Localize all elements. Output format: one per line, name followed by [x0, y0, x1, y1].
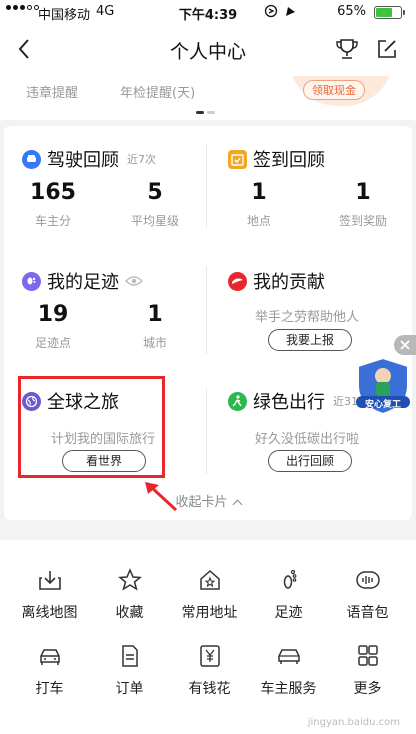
cities-value: 1 — [147, 302, 163, 327]
green-trip-header[interactable]: 绿色出行 近31天 — [228, 388, 369, 414]
taxi-icon — [37, 644, 63, 668]
grid-item-label: 常用地址 — [181, 605, 238, 621]
checkin-places-value: 1 — [251, 180, 267, 205]
grid-item-favorites[interactable]: 收藏 — [88, 568, 171, 622]
grid-item-label: 收藏 — [115, 605, 144, 621]
trophy-icon[interactable] — [334, 36, 360, 62]
claim-cash-button[interactable]: 领取现金 — [303, 80, 365, 100]
car-service-icon — [276, 644, 302, 668]
collapse-cards-button[interactable]: 收起卡片 — [4, 491, 412, 510]
grid-item-label: 订单 — [115, 681, 144, 697]
edit-icon[interactable] — [374, 36, 400, 62]
reminder-strip: 违章提醒 年检提醒(天) 领取现金 — [0, 76, 416, 120]
driver-score-label: 车主分 — [34, 214, 71, 228]
highlight-box — [18, 376, 165, 478]
contribution-title: 我的贡献 — [253, 272, 325, 293]
badge-label: 安心复工 — [364, 400, 401, 410]
battery-percent: 65% — [337, 4, 366, 19]
grid-item-taxi[interactable]: 打车 — [8, 644, 91, 698]
footprint-icon — [22, 271, 41, 291]
contribution-icon — [228, 271, 247, 291]
grid-item-footprint[interactable]: 足迹 — [247, 568, 330, 622]
footprint-icon — [276, 568, 302, 592]
nav-bar: 个人中心 — [0, 24, 416, 76]
grid-item-label: 车主服务 — [260, 681, 317, 697]
cities-label: 城市 — [142, 336, 167, 350]
location-icon — [264, 4, 304, 22]
checkin-review-header[interactable]: 签到回顾 — [228, 146, 325, 172]
drive-review-header[interactable]: 驾驶回顾 近7次 — [22, 146, 156, 172]
star-icon — [117, 568, 143, 592]
contribution-desc: 举手之劳帮助他人 — [254, 310, 359, 325]
checkin-reward-label: 签到奖励 — [338, 214, 387, 228]
watermark: jingyan.baidu.com — [307, 717, 400, 728]
checkin-review-title: 签到回顾 — [253, 150, 325, 171]
grid-item-label: 打车 — [35, 681, 64, 697]
grid-item-money[interactable]: 有钱花 — [168, 644, 251, 698]
divider — [206, 388, 207, 474]
more-grid-icon — [355, 644, 381, 668]
trip-review-button[interactable]: 出行回顾 — [268, 450, 352, 472]
grid-item-orders[interactable]: 订单 — [88, 644, 171, 698]
avg-stars-value: 5 — [147, 180, 163, 205]
checkin-places-label: 地点 — [246, 214, 271, 228]
avg-stars-label: 平均星级 — [130, 214, 179, 228]
page-indicator — [196, 111, 215, 114]
collapse-label: 收起卡片 — [175, 495, 228, 510]
driver-score-value: 165 — [30, 180, 76, 205]
contribution-header[interactable]: 我的贡献 — [228, 268, 325, 294]
grid-item-offline-map[interactable]: 离线地图 — [8, 568, 91, 622]
divider — [206, 144, 207, 228]
walking-icon — [228, 391, 247, 411]
voice-pack-icon — [355, 568, 381, 592]
divider — [206, 266, 207, 354]
footprint-title: 我的足迹 — [47, 272, 119, 293]
drive-review-title: 驾驶回顾 — [47, 150, 119, 171]
car-icon — [22, 149, 41, 169]
inspection-reminder[interactable]: 年检提醒(天) — [120, 82, 195, 101]
chevron-up-icon — [232, 499, 242, 510]
grid-item-label: 更多 — [353, 681, 382, 697]
report-button[interactable]: 我要上报 — [268, 329, 352, 351]
grid-item-label: 语音包 — [346, 605, 389, 621]
green-trip-desc: 好久没低碳出行啦 — [254, 432, 359, 447]
status-bar: 中国移动 4G 下午4:39 65% — [0, 0, 416, 24]
home-star-icon — [197, 568, 223, 592]
grid-item-label: 足迹 — [274, 605, 303, 621]
drive-review-subtitle: 近7次 — [127, 153, 156, 166]
feature-grid: 离线地图 收藏 常用地址 足迹 语音包 打车 订单 有钱花 车主服务 更多 ji… — [0, 540, 416, 734]
green-trip-title: 绿色出行 — [253, 392, 325, 413]
grid-item-more[interactable]: 更多 — [326, 644, 409, 698]
close-icon[interactable] — [394, 335, 416, 355]
coin-banner: 领取现金 — [288, 76, 394, 106]
violation-reminder[interactable]: 违章提醒 — [26, 82, 78, 101]
safe-work-badge[interactable]: 安心复工 — [354, 356, 412, 416]
grid-item-label: 有钱花 — [188, 681, 231, 697]
offline-map-icon — [37, 568, 63, 592]
footprint-header[interactable]: 我的足迹 — [22, 268, 143, 294]
checkin-reward-value: 1 — [355, 180, 371, 205]
grid-item-voice-pack[interactable]: 语音包 — [326, 568, 409, 622]
annotation-arrow-icon — [145, 482, 178, 512]
grid-item-label: 离线地图 — [21, 605, 78, 621]
calendar-icon — [228, 149, 247, 169]
footprint-points-label: 足迹点 — [34, 336, 71, 350]
money-icon — [197, 644, 223, 668]
order-icon — [117, 644, 143, 668]
footprint-points-value: 19 — [37, 302, 69, 327]
grid-item-frequent-address[interactable]: 常用地址 — [168, 568, 251, 622]
battery-icon — [374, 6, 405, 19]
grid-item-car-service[interactable]: 车主服务 — [247, 644, 330, 698]
eye-icon[interactable] — [125, 271, 143, 292]
